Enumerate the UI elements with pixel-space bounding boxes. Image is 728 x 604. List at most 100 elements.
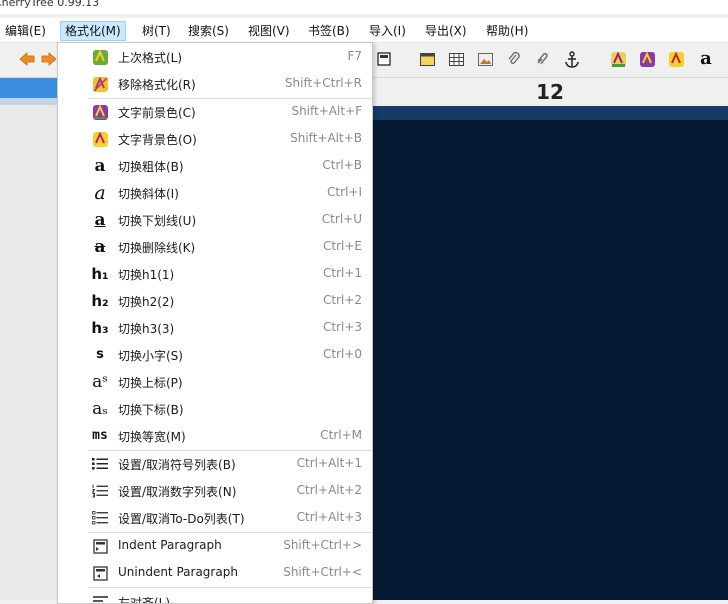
menu-item-bold[interactable]: a 切换粗体(B) Ctrl+B [58,153,372,180]
grid-icon[interactable] [447,50,465,68]
menu-item-subscript[interactable]: aₛ 切换下标(B) [58,396,372,423]
small-glyph: s [96,347,104,362]
menu-view[interactable]: 视图(V) [248,22,290,40]
menu-item-label: 设置/取消To-Do列表(T) [118,512,245,526]
bg-color-icon[interactable] [667,50,685,68]
todo-list-icon [90,509,110,527]
menu-item-underline[interactable]: a 切换下划线(U) Ctrl+U [58,207,372,234]
menu-search[interactable]: 搜索(S) [188,22,229,40]
align-left-icon [90,593,110,603]
menu-item-label: 切换上标(P) [118,376,183,390]
menu-format[interactable]: 格式化(M) [60,21,126,41]
menu-item-h2[interactable]: h₂ 切换h2(2) Ctrl+2 [58,288,372,315]
menu-item-align-left[interactable]: 左对齐(L) [58,589,372,603]
node-title: 12 [372,78,728,106]
checkbox-icon[interactable] [375,50,393,68]
menu-item-todo-list[interactable]: 设置/取消To-Do列表(T) Ctrl+Alt+3 [58,505,372,532]
menu-bookmarks[interactable]: 书签(B) [308,22,350,40]
menu-item-label: 文字前景色(C) [118,106,196,120]
menu-help[interactable]: 帮助(H) [486,22,528,40]
menu-item-shortcut: Ctrl+2 [322,293,362,307]
menu-item-label: 切换删除线(K) [118,241,196,255]
numbered-list-icon [90,482,110,500]
highlight-icon[interactable] [638,50,656,68]
image-icon[interactable] [476,50,494,68]
bold-icon[interactable]: a [697,50,715,68]
menu-item-label: Indent Paragraph [118,538,222,552]
menu-import[interactable]: 导入(I) [369,22,406,40]
menu-item-label: 移除格式化(R) [118,78,196,92]
menu-item-label: 切换小字(S) [118,349,183,363]
attachment-icon[interactable] [505,50,523,68]
menu-item-label: 设置/取消数字列表(N) [118,485,237,499]
menu-item-label: 切换粗体(B) [118,160,184,174]
menu-item-remove-format[interactable]: 移除格式化(R) Shift+Ctrl+R [58,71,372,98]
small-text-icon: s [90,346,110,364]
menu-item-last-format[interactable]: 上次格式(L) F7 [58,44,372,71]
window-title: CherryTree 0.99.13 [0,0,100,9]
menu-item-shortcut: Ctrl+I [327,185,362,199]
menu-item-label: 切换下标(B) [118,403,184,417]
strikethrough-icon: a [90,238,110,256]
italic-icon: a [90,182,110,204]
menu-item-shortcut: Ctrl+B [322,158,362,172]
menu-item-label: 切换h3(3) [118,322,175,336]
strikethrough-glyph: a [94,237,106,257]
menu-item-h1[interactable]: h₁ 切换h1(1) Ctrl+1 [58,261,372,288]
menu-item-small-text[interactable]: s 切换小字(S) Ctrl+0 [58,342,372,369]
table-icon[interactable] [418,50,436,68]
arrow-left-icon[interactable] [18,50,36,68]
menu-item-bg-color[interactable]: 文字背景色(O) Shift+Alt+B [58,126,372,153]
monospace-glyph: ms [92,428,108,443]
indent-icon [90,537,110,555]
bold-glyph: a [94,156,106,176]
menu-item-italic[interactable]: a 切换斜体(I) Ctrl+I [58,180,372,207]
anchor-icon[interactable] [563,50,581,68]
menu-item-label: 切换下划线(U) [118,214,197,228]
menu-bar: 编辑(E) 格式化(M) 树(T) 搜索(S) 视图(V) 书签(B) 导入(I… [0,18,728,43]
superscript-icon: aˢ [90,373,110,391]
superscript-glyph: aˢ [92,372,108,392]
menu-item-label: 切换h2(2) [118,295,175,309]
menu-item-shortcut: Shift+Alt+B [290,131,362,145]
menu-item-shortcut: Ctrl+3 [322,320,362,334]
menu-item-bullet-list[interactable]: 设置/取消符号列表(B) Ctrl+Alt+1 [58,451,372,478]
text-color-icon[interactable] [609,50,627,68]
bg-color-icon [90,130,110,148]
editor-pane[interactable]: 12 [372,78,728,600]
menu-export[interactable]: 导出(X) [425,22,467,40]
subscript-glyph: aₛ [92,399,108,419]
menu-item-shortcut: Ctrl+Alt+1 [296,456,362,470]
menu-item-label: 文字背景色(O) [118,133,197,147]
menu-item-indent[interactable]: Indent Paragraph Shift+Ctrl+> [58,533,372,560]
menu-item-label: 设置/取消符号列表(B) [118,458,236,472]
menu-item-fg-color[interactable]: 文字前景色(C) Shift+Alt+F [58,99,372,126]
italic-glyph: a [94,182,106,204]
menu-item-unindent[interactable]: Unindent Paragraph Shift+Ctrl+< [58,560,372,587]
menu-item-strikethrough[interactable]: a 切换删除线(K) Ctrl+E [58,234,372,261]
menu-item-numbered-list[interactable]: 设置/取消数字列表(N) Ctrl+Alt+2 [58,478,372,505]
bold-glyph: a [700,48,712,69]
editor-top-bar [372,106,728,120]
unindent-icon [90,564,110,582]
menu-tree[interactable]: 树(T) [142,22,171,40]
menu-item-shortcut: F7 [347,49,362,63]
h3-glyph: h₃ [91,319,109,337]
bullet-list-icon [90,455,110,473]
menu-item-shortcut: Shift+Ctrl+R [284,76,362,90]
menu-edit[interactable]: 编辑(E) [5,22,46,40]
arrow-right-icon[interactable] [40,50,58,68]
subscript-icon: aₛ [90,400,110,418]
menu-item-monospace[interactable]: ms 切换等宽(M) Ctrl+M [58,423,372,450]
menu-item-label: 切换h1(1) [118,268,175,282]
h1-icon: h₁ [90,265,110,283]
h2-glyph: h₂ [91,292,109,310]
menu-item-superscript[interactable]: aˢ 切换上标(P) [58,369,372,396]
menu-item-label: 切换斜体(I) [118,187,179,201]
menu-item-shortcut: Ctrl+0 [322,347,362,361]
link-icon[interactable] [534,50,552,68]
menu-item-h3[interactable]: h₃ 切换h3(3) Ctrl+3 [58,315,372,342]
menu-item-shortcut: Ctrl+M [320,428,362,442]
h2-icon: h₂ [90,292,110,310]
h1-glyph: h₁ [91,265,109,283]
